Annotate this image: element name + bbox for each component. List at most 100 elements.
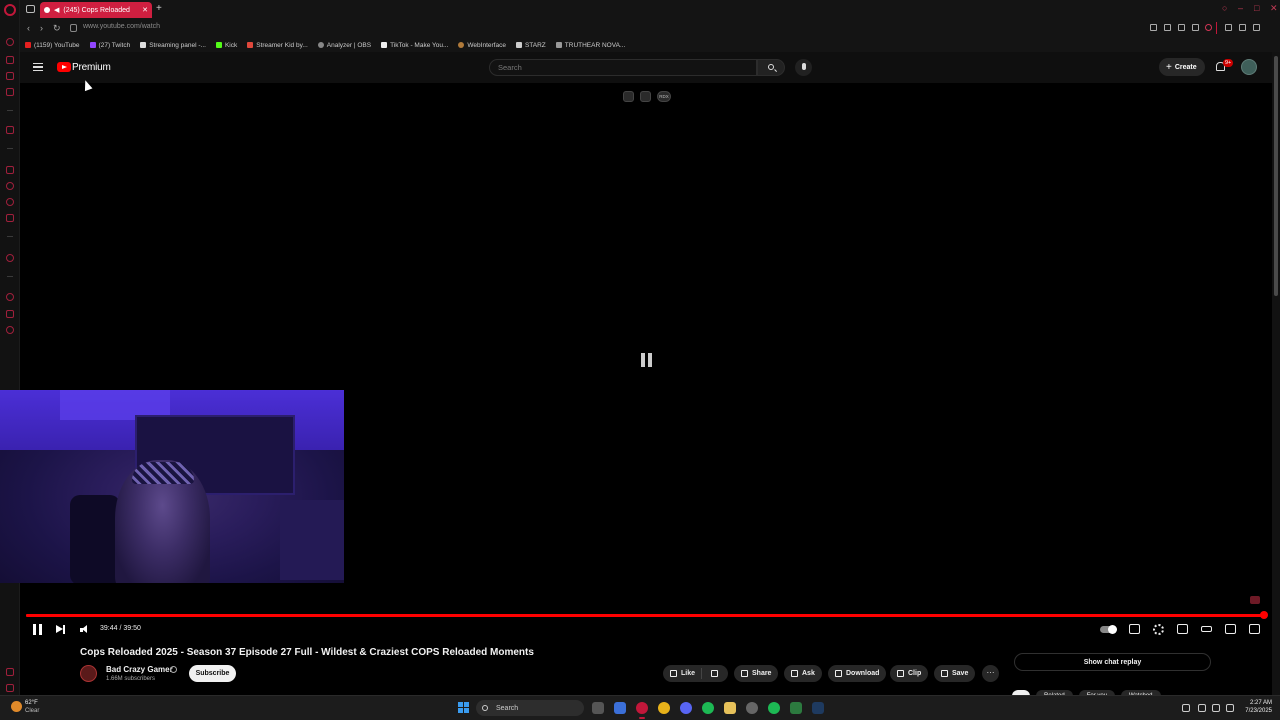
messenger-icon[interactable]: [6, 72, 14, 80]
subscribe-button[interactable]: Subscribe: [189, 665, 236, 682]
snapshot-icon[interactable]: [1164, 24, 1171, 31]
cube-icon[interactable]: [6, 310, 14, 318]
network-icon[interactable]: [1212, 704, 1220, 712]
speaker-icon[interactable]: ◀: [54, 6, 59, 14]
bookmark-item[interactable]: (1159) YouTube: [25, 42, 80, 49]
youtube-premium-label[interactable]: Premium: [72, 62, 111, 73]
page-scrollbar-thumb[interactable]: [1274, 56, 1278, 296]
popout-icon[interactable]: [640, 91, 651, 102]
youtube-logo-icon[interactable]: [57, 62, 71, 72]
share-button[interactable]: Share: [734, 665, 779, 682]
wallet-icon[interactable]: [6, 56, 14, 64]
bookmark-item[interactable]: WebInterface: [458, 42, 506, 49]
chrome-icon[interactable]: [658, 702, 670, 714]
clock-icon[interactable]: [6, 293, 14, 301]
history-icon[interactable]: [6, 38, 14, 46]
volume-icon[interactable]: [80, 625, 90, 634]
create-button[interactable]: + Create: [1159, 58, 1205, 76]
shield-icon[interactable]: [1178, 24, 1185, 31]
bookmark-item[interactable]: Analyzer | OBS: [317, 42, 371, 49]
minimize-icon[interactable]: –: [1238, 3, 1243, 13]
account-avatar[interactable]: [1241, 59, 1257, 75]
spotify-alt-icon[interactable]: [768, 702, 780, 714]
show-chat-replay-button[interactable]: Show chat replay: [1014, 653, 1211, 671]
bookmark-item[interactable]: Kick: [215, 42, 237, 49]
close-tab-icon[interactable]: ✕: [142, 6, 148, 14]
download-icon[interactable]: [1192, 24, 1199, 31]
reload-icon[interactable]: ↻: [53, 23, 61, 34]
easy-setup-icon[interactable]: [1239, 24, 1246, 31]
opera-logo-icon[interactable]: [4, 4, 16, 16]
tray-overflow-icon[interactable]: [1182, 704, 1190, 712]
clock-time[interactable]: 2:27 AM: [1240, 700, 1272, 706]
download-button[interactable]: Download: [828, 665, 887, 682]
ask-button[interactable]: Ask: [784, 665, 822, 682]
instagram-icon[interactable]: [6, 198, 14, 206]
aria-icon[interactable]: [6, 126, 14, 134]
whatsapp-icon[interactable]: [6, 182, 14, 190]
scrubber-handle[interactable]: [1259, 611, 1268, 619]
excel-icon[interactable]: [790, 702, 802, 714]
theater-mode-icon[interactable]: [1201, 626, 1212, 632]
bookmark-item[interactable]: Streaming panel -...: [140, 42, 206, 49]
opera-gx-icon[interactable]: [636, 702, 648, 719]
settings-gear-icon[interactable]: [1153, 624, 1164, 635]
player-icon[interactable]: [6, 254, 14, 262]
file-explorer-icon[interactable]: [724, 702, 736, 714]
steam-icon[interactable]: [812, 702, 824, 714]
channel-name[interactable]: Bad Crazy Gamer: [106, 665, 173, 674]
picture-copy-icon[interactable]: [623, 91, 634, 102]
task-view-icon[interactable]: [592, 702, 604, 714]
channel-avatar[interactable]: [80, 665, 97, 682]
bookmark-icon[interactable]: [1150, 24, 1157, 31]
voice-search-icon[interactable]: [795, 59, 812, 76]
more-actions-button[interactable]: ···: [982, 665, 999, 682]
clip-button[interactable]: Clip: [890, 665, 929, 682]
settings-icon[interactable]: [6, 326, 14, 334]
obs-taskbar-icon[interactable]: [746, 702, 758, 714]
channel-watermark-icon[interactable]: [1250, 596, 1260, 604]
forward-icon[interactable]: ›: [40, 23, 43, 33]
microphone-icon[interactable]: [1198, 704, 1206, 712]
clock-date[interactable]: 7/23/2025: [1240, 708, 1272, 714]
start-windows-icon[interactable]: [458, 702, 469, 713]
miniplayer-icon[interactable]: [1177, 624, 1188, 634]
x-twitter-icon[interactable]: [6, 214, 14, 222]
extensions-icon[interactable]: [1225, 24, 1232, 31]
bookmark-item[interactable]: (27) Twitch: [89, 42, 130, 49]
maximize-icon[interactable]: □: [1254, 3, 1259, 13]
notes-icon[interactable]: [6, 88, 14, 96]
new-tab-icon[interactable]: +: [156, 3, 162, 14]
sidebar-more-icon[interactable]: [6, 668, 14, 676]
weather-icon[interactable]: [11, 701, 22, 712]
center-pause-icon[interactable]: [641, 353, 653, 367]
autoplay-toggle[interactable]: [1100, 625, 1117, 634]
next-icon[interactable]: [56, 624, 65, 634]
discord-icon[interactable]: [680, 702, 692, 714]
rdx-extension-icon[interactable]: RDX: [657, 91, 671, 102]
tab-active[interactable]: ◀ (245) Cops Reloaded ✕: [40, 2, 152, 18]
search-button[interactable]: [757, 59, 785, 76]
close-window-icon[interactable]: ✕: [1270, 3, 1278, 14]
bookmark-item[interactable]: STARZ: [515, 42, 546, 49]
subtitles-icon[interactable]: [1129, 624, 1140, 634]
tab-switcher-icon[interactable]: [26, 5, 35, 13]
copilot-icon[interactable]: [614, 702, 626, 714]
search-tabs-icon[interactable]: ○: [1222, 3, 1227, 13]
back-icon[interactable]: ‹: [27, 23, 30, 33]
save-button[interactable]: Save: [934, 665, 976, 682]
bookmark-item[interactable]: TikTok - Make You...: [381, 42, 448, 49]
sidebar-collapse-icon[interactable]: [6, 684, 14, 692]
twitch-icon[interactable]: [6, 166, 14, 174]
speaker-volume-icon[interactable]: [1226, 704, 1234, 712]
search-input[interactable]: [498, 63, 748, 72]
progress-bar[interactable]: [26, 614, 1264, 617]
fullscreen-icon[interactable]: [1249, 624, 1260, 634]
url-field[interactable]: www.youtube.com/watch: [83, 23, 160, 30]
taskbar-search[interactable]: Search: [476, 700, 584, 716]
bookmark-item[interactable]: TRUTHEAR NOVA...: [555, 42, 625, 49]
guide-menu-icon[interactable]: [33, 63, 43, 71]
pause-icon[interactable]: [33, 624, 42, 635]
spotify-icon[interactable]: [702, 702, 714, 714]
cast-icon[interactable]: [1225, 624, 1236, 634]
